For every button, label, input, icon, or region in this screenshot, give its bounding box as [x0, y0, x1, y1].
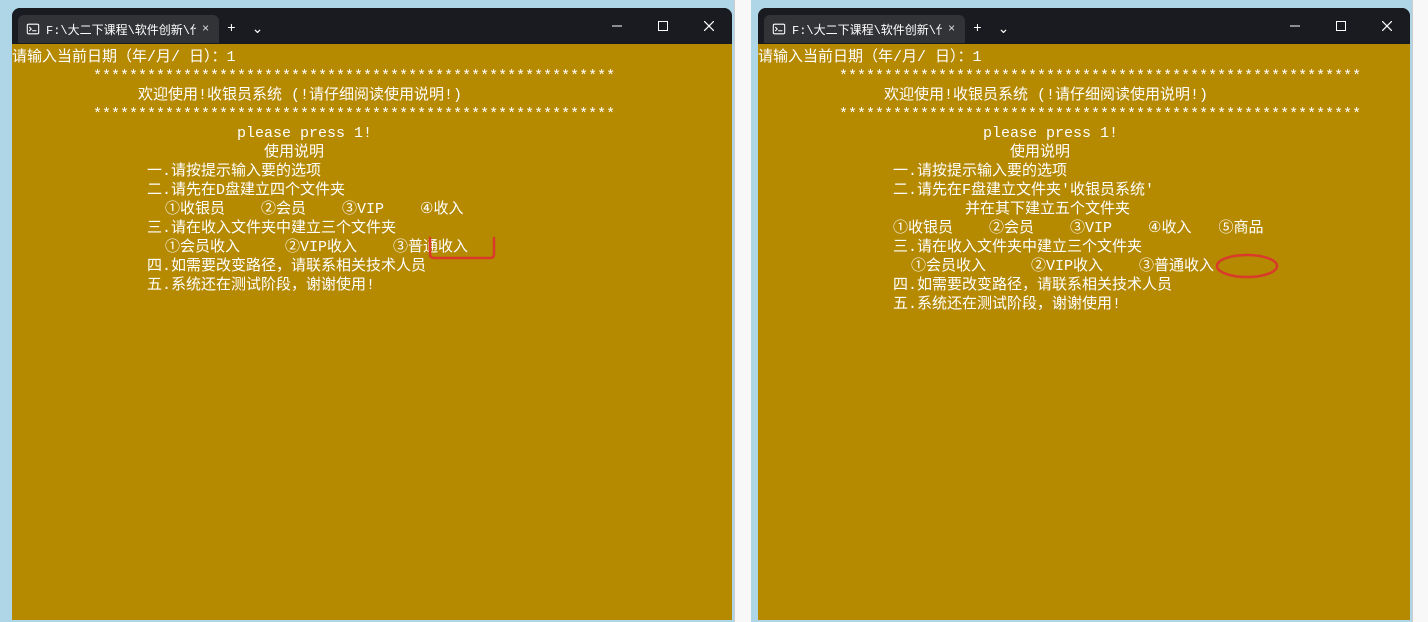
tab-title: F:\大二下课程\软件创新\代码\: [46, 21, 196, 38]
tab-strip: F:\大二下课程\软件创新\代码\ × + ⌄: [18, 8, 271, 44]
minimize-button[interactable]: [1272, 8, 1318, 44]
terminal-window-right: F:\大二下课程\软件创新\代码\ × + ⌄ 请输入当前日期（年/月/ 日）：…: [758, 8, 1410, 620]
bg-divider: [734, 0, 751, 622]
titlebar[interactable]: F:\大二下课程\软件创新\代码\ × + ⌄: [758, 8, 1410, 44]
tab-dropdown-button[interactable]: ⌄: [990, 15, 1018, 43]
console-text: 请输入当前日期（年/月/ 日）：1 **********************…: [12, 48, 732, 295]
maximize-button[interactable]: [640, 8, 686, 44]
tab-title: F:\大二下课程\软件创新\代码\: [792, 21, 942, 38]
close-window-button[interactable]: [1364, 8, 1410, 44]
terminal-window-left: F:\大二下课程\软件创新\代码\ × + ⌄ 请输入当前日期（年/月/ 日）：…: [12, 8, 732, 620]
terminal-icon: [772, 22, 786, 36]
console-output: 请输入当前日期（年/月/ 日）：1 **********************…: [12, 44, 732, 620]
console-output: 请输入当前日期（年/月/ 日）：1 **********************…: [758, 44, 1410, 620]
minimize-button[interactable]: [594, 8, 640, 44]
window-controls: [594, 8, 732, 44]
new-tab-button[interactable]: +: [219, 15, 243, 43]
tab-close-button[interactable]: ×: [948, 23, 955, 35]
tab-active[interactable]: F:\大二下课程\软件创新\代码\ ×: [764, 15, 965, 43]
tab-dropdown-button[interactable]: ⌄: [244, 15, 272, 43]
terminal-icon: [26, 22, 40, 36]
desktop: F:\大二下课程\软件创新\代码\ × + ⌄ 请输入当前日期（年/月/ 日）：…: [0, 0, 1428, 622]
tab-active[interactable]: F:\大二下课程\软件创新\代码\ ×: [18, 15, 219, 43]
maximize-button[interactable]: [1318, 8, 1364, 44]
new-tab-button[interactable]: +: [965, 15, 989, 43]
bg-divider-right: [1412, 0, 1428, 622]
tab-close-button[interactable]: ×: [202, 23, 209, 35]
close-window-button[interactable]: [686, 8, 732, 44]
window-controls: [1272, 8, 1410, 44]
console-text: 请输入当前日期（年/月/ 日）：1 **********************…: [758, 48, 1410, 314]
tab-strip: F:\大二下课程\软件创新\代码\ × + ⌄: [764, 8, 1017, 44]
titlebar[interactable]: F:\大二下课程\软件创新\代码\ × + ⌄: [12, 8, 732, 44]
